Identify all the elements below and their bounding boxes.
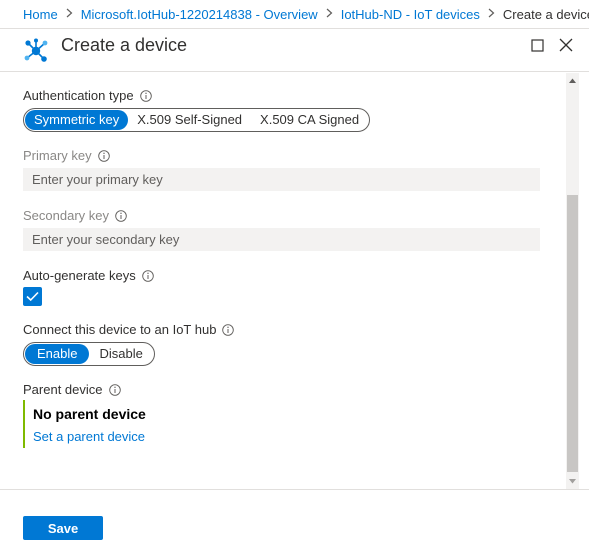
connect-label: Connect this device to an IoT hub — [23, 322, 235, 337]
maximize-button[interactable] — [527, 35, 547, 55]
close-button[interactable] — [556, 35, 576, 55]
auth-type-selector: Symmetric key X.509 Self-Signed X.509 CA… — [23, 108, 371, 132]
info-icon[interactable] — [97, 149, 110, 162]
info-icon[interactable] — [115, 209, 127, 222]
auth-option-x509-self-signed[interactable]: X.509 Self-Signed — [128, 110, 251, 130]
secondary-key-label-text: Secondary key — [23, 208, 109, 223]
breadcrumb-current: Create a device — [502, 6, 589, 22]
checkmark-icon — [26, 291, 39, 302]
iot-device-network-icon — [23, 38, 49, 64]
chevron-right-icon — [488, 7, 495, 21]
maximize-icon — [530, 38, 544, 52]
primary-key-label: Primary key — [23, 148, 110, 163]
auth-option-x509-ca-signed[interactable]: X.509 CA Signed — [251, 110, 368, 130]
scrollbar-thumb[interactable] — [567, 195, 578, 472]
form-content: Authentication type Symmetric key X.509 … — [0, 73, 566, 489]
secondary-key-label: Secondary key — [23, 208, 127, 223]
connect-label-text: Connect this device to an IoT hub — [23, 322, 217, 337]
secondary-key-input[interactable] — [23, 228, 540, 251]
parent-device-value: No parent device — [33, 406, 146, 422]
breadcrumb-home[interactable]: Home — [23, 7, 58, 22]
connect-selector: Enable Disable — [23, 342, 155, 366]
page-title: Create a device — [61, 35, 188, 55]
parent-device-box: No parent device Set a parent device — [23, 400, 323, 448]
parent-device-label-text: Parent device — [23, 382, 103, 397]
info-icon[interactable] — [222, 323, 235, 336]
auth-type-label: Authentication type — [23, 88, 152, 103]
info-icon[interactable] — [139, 89, 152, 102]
blade-footer: Save — [0, 489, 589, 546]
info-icon[interactable] — [108, 383, 121, 396]
primary-key-input[interactable] — [23, 168, 540, 191]
scroll-up-icon[interactable] — [566, 73, 579, 87]
scrollbar[interactable] — [566, 73, 579, 489]
breadcrumb-iothub-overview[interactable]: Microsoft.IotHub-1220214838 - Overview — [81, 7, 318, 22]
set-parent-device-link[interactable]: Set a parent device — [33, 429, 145, 444]
chevron-right-icon — [326, 7, 333, 21]
blade-header: Create a device — [0, 29, 589, 72]
connect-option-disable[interactable]: Disable — [89, 344, 152, 364]
info-icon[interactable] — [141, 269, 154, 282]
breadcrumb: Home Microsoft.IotHub-1220214838 - Overv… — [0, 0, 589, 29]
primary-key-label-text: Primary key — [23, 148, 92, 163]
auth-type-label-text: Authentication type — [23, 88, 134, 103]
auto-generate-checkbox[interactable] — [23, 287, 42, 306]
save-button[interactable]: Save — [23, 516, 103, 540]
breadcrumb-iot-devices[interactable]: IotHub-ND - IoT devices — [341, 7, 480, 22]
auth-option-symmetric-key[interactable]: Symmetric key — [25, 110, 129, 130]
auto-generate-label-text: Auto-generate keys — [23, 268, 136, 283]
close-icon — [559, 38, 573, 52]
chevron-right-icon — [66, 7, 73, 21]
scroll-down-icon[interactable] — [566, 474, 579, 488]
connect-option-enable[interactable]: Enable — [25, 344, 90, 364]
parent-device-label: Parent device — [23, 382, 121, 397]
auto-generate-label: Auto-generate keys — [23, 268, 154, 283]
